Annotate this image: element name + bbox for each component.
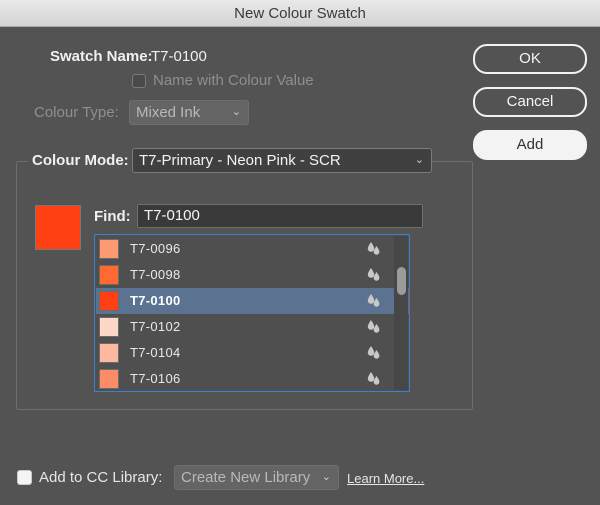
chevron-down-icon: ⌄ bbox=[321, 471, 331, 483]
colour-type-label: Colour Type: bbox=[34, 104, 119, 121]
swatch-color-chip bbox=[99, 317, 119, 337]
name-with-colour-value-label: Name with Colour Value bbox=[153, 72, 314, 89]
swatch-list-item[interactable]: T7-0102 bbox=[96, 314, 410, 340]
chevron-down-icon: ⌄ bbox=[414, 154, 424, 166]
swatch-list-item[interactable]: T7-0096 bbox=[96, 236, 410, 262]
swatch-name-label: Swatch Name: bbox=[50, 48, 153, 65]
scrollbar-track[interactable] bbox=[394, 236, 408, 390]
cc-library-value: Create New Library bbox=[181, 469, 311, 486]
learn-more-link[interactable]: Learn More... bbox=[347, 471, 424, 486]
ink-drops-icon bbox=[367, 372, 380, 385]
ink-drops-icon bbox=[367, 294, 380, 307]
ink-drops-icon bbox=[367, 268, 380, 281]
chevron-down-icon: ⌄ bbox=[231, 106, 241, 118]
ink-drops-icon bbox=[367, 346, 380, 359]
swatch-color-chip bbox=[99, 343, 119, 363]
ok-button[interactable]: OK bbox=[473, 44, 587, 74]
colour-type-dropdown[interactable]: Mixed Ink ⌄ bbox=[129, 100, 249, 125]
scrollbar-thumb[interactable] bbox=[397, 267, 406, 295]
swatch-list[interactable]: T7-0096 T7-0098 T7-0100 T7-0102 T7-0104 T7-01… bbox=[94, 234, 410, 392]
colour-preview-swatch bbox=[35, 205, 81, 250]
swatch-list-item-label: T7-0100 bbox=[130, 293, 181, 308]
swatch-list-item[interactable]: T7-0100 bbox=[96, 288, 410, 314]
find-input[interactable]: T7-0100 bbox=[137, 204, 423, 228]
swatch-name-value: T7-0100 bbox=[151, 48, 207, 65]
add-button[interactable]: Add bbox=[473, 130, 587, 160]
swatch-color-chip bbox=[99, 239, 119, 259]
swatch-list-item-label: T7-0098 bbox=[130, 267, 181, 282]
swatch-color-chip bbox=[99, 291, 119, 311]
window-title: New Colour Swatch bbox=[0, 0, 600, 27]
swatch-list-item-label: T7-0104 bbox=[130, 345, 181, 360]
cc-library-dropdown[interactable]: Create New Library ⌄ bbox=[174, 465, 339, 490]
ink-drops-icon bbox=[367, 242, 380, 255]
swatch-color-chip bbox=[99, 265, 119, 285]
colour-mode-label: Colour Mode: bbox=[28, 152, 133, 169]
swatch-list-item[interactable]: T7-0106 bbox=[96, 366, 410, 392]
swatch-list-item[interactable]: T7-0098 bbox=[96, 262, 410, 288]
cancel-button[interactable]: Cancel bbox=[473, 87, 587, 117]
colour-mode-value: T7-Primary - Neon Pink - SCR bbox=[139, 152, 341, 169]
add-to-cc-library-checkbox[interactable] bbox=[17, 470, 32, 485]
swatch-list-item-label: T7-0096 bbox=[130, 241, 181, 256]
swatch-color-chip bbox=[99, 369, 119, 389]
swatch-list-item-label: T7-0102 bbox=[130, 319, 181, 334]
add-to-cc-library-label: Add to CC Library: bbox=[39, 469, 163, 486]
swatch-list-item-label: T7-0106 bbox=[130, 371, 181, 386]
colour-mode-dropdown[interactable]: T7-Primary - Neon Pink - SCR ⌄ bbox=[132, 148, 432, 173]
find-label: Find: bbox=[94, 208, 131, 225]
swatch-list-item[interactable]: T7-0104 bbox=[96, 340, 410, 366]
colour-type-value: Mixed Ink bbox=[136, 104, 201, 121]
name-with-colour-value-checkbox[interactable] bbox=[132, 74, 146, 88]
ink-drops-icon bbox=[367, 320, 380, 333]
